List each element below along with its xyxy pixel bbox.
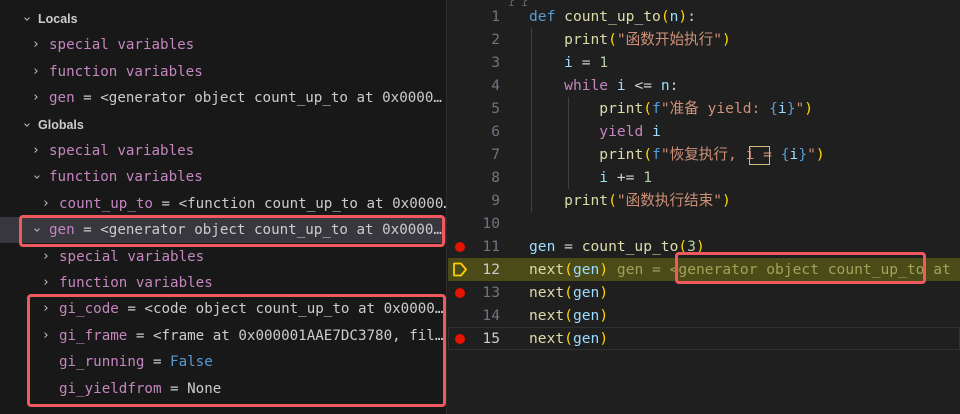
line-number: 6 bbox=[491, 123, 500, 140]
gen-gi-yieldfrom-variable[interactable]: gi_yieldfrom = None bbox=[0, 376, 446, 402]
chevron-down-icon[interactable]: › bbox=[23, 223, 49, 237]
line-number: 8 bbox=[491, 169, 500, 186]
tree-item-label: function variables bbox=[59, 275, 213, 291]
current-execution-line[interactable]: 12 next(gen) gen = <generator object cou… bbox=[448, 258, 960, 281]
chevron-right-icon[interactable]: › bbox=[29, 59, 43, 85]
chevron-right-icon[interactable]: › bbox=[29, 85, 43, 111]
globals-special-variables[interactable]: › special variables bbox=[0, 138, 446, 164]
variable-value: <generator object count_up_to at 0x0000… bbox=[100, 90, 442, 106]
code-line[interactable]: 2 print("函数开始执行") bbox=[448, 28, 960, 51]
gen-gi-running-variable[interactable]: gi_running = False bbox=[0, 349, 446, 375]
line-number: 4 bbox=[491, 77, 500, 94]
gen-gi-code-variable[interactable]: › gi_code = <code object count_up_to at … bbox=[0, 296, 446, 322]
code-line[interactable]: 5 print(f"准备 yield: {i}") bbox=[448, 97, 960, 120]
variable-name: gi_frame bbox=[59, 328, 128, 344]
locals-section-header[interactable]: › Locals bbox=[0, 6, 446, 32]
line-number: 11 bbox=[482, 238, 500, 255]
equals-sign: = bbox=[127, 328, 153, 344]
code-editor[interactable]: ɾ ɾ 1 def count_up_to(n): 2 print("函数开始执… bbox=[448, 0, 960, 414]
tree-item-label: function variables bbox=[49, 169, 203, 185]
equals-sign: = bbox=[74, 90, 101, 106]
variable-value: <frame at 0x000001AAE7DC3780, fil… bbox=[152, 328, 444, 344]
globals-gen-variable[interactable]: › gen = <generator object count_up_to at… bbox=[0, 217, 446, 243]
code-line[interactable]: 4 while i <= n: bbox=[448, 74, 960, 97]
code-line[interactable]: 15 next(gen) bbox=[448, 327, 960, 350]
code-line[interactable]: 6 yield i bbox=[448, 120, 960, 143]
variables-panel: › Locals › special variables › function … bbox=[0, 0, 447, 414]
chevron-down-icon[interactable]: › bbox=[23, 170, 49, 184]
line-number: 10 bbox=[482, 215, 500, 232]
line-number: 3 bbox=[491, 54, 500, 71]
variable-value: None bbox=[187, 381, 222, 397]
chevron-right-icon[interactable]: › bbox=[39, 191, 53, 217]
tree-item-label: special variables bbox=[59, 249, 205, 265]
code-line[interactable]: 9 print("函数执行结束") bbox=[448, 189, 960, 212]
code-line[interactable]: 8 i += 1 bbox=[448, 166, 960, 189]
line-number: 7 bbox=[491, 146, 500, 163]
variable-name: gi_running bbox=[59, 354, 145, 370]
chevron-down-icon[interactable]: › bbox=[13, 118, 39, 132]
variable-name: gi_yieldfrom bbox=[59, 381, 162, 397]
line-number: 12 bbox=[482, 261, 500, 278]
code-line[interactable]: 14 next(gen) bbox=[448, 304, 960, 327]
locals-label: Locals bbox=[38, 12, 78, 26]
code-line[interactable]: 10 bbox=[448, 212, 960, 235]
equals-sign: = bbox=[74, 222, 101, 238]
locals-special-variables[interactable]: › special variables bbox=[0, 32, 446, 58]
code-line[interactable]: 11 gen = count_up_to(3) bbox=[448, 235, 960, 258]
globals-count-up-to-variable[interactable]: › count_up_to = <function count_up_to at… bbox=[0, 191, 447, 217]
gen-gi-frame-variable[interactable]: › gi_frame = <frame at 0x000001AAE7DC378… bbox=[0, 323, 446, 349]
line-number: 15 bbox=[482, 330, 500, 347]
chevron-right-icon[interactable]: › bbox=[39, 270, 53, 296]
variable-name: gen bbox=[49, 222, 75, 238]
globals-function-variables[interactable]: › function variables bbox=[0, 164, 446, 190]
line-number: 2 bbox=[491, 31, 500, 48]
variable-value: <function count_up_to at 0x0000… bbox=[178, 196, 447, 212]
code-line[interactable]: 3 i = 1 bbox=[448, 51, 960, 74]
code-line[interactable]: 1 def count_up_to(n): bbox=[448, 5, 960, 28]
globals-label: Globals bbox=[38, 118, 84, 132]
variable-name: gen bbox=[49, 90, 75, 106]
gen-function-variables[interactable]: › function variables bbox=[0, 270, 446, 296]
inline-value-hint: gen = <generator object count_up_to at 0… bbox=[616, 261, 960, 278]
equals-sign: = bbox=[118, 301, 145, 317]
code-line[interactable]: 7 print(f"恢复执行, i = {i}") bbox=[448, 143, 960, 166]
chevron-right-icon[interactable]: › bbox=[29, 32, 43, 58]
tree-item-label: special variables bbox=[49, 143, 195, 159]
line-number: 1 bbox=[491, 8, 500, 25]
tree-item-label: function variables bbox=[49, 64, 203, 80]
chevron-right-icon[interactable]: › bbox=[39, 296, 53, 322]
line-number: 14 bbox=[482, 307, 500, 324]
variable-value: <generator object count_up_to at 0x0000… bbox=[100, 222, 442, 238]
variable-name: count_up_to bbox=[59, 196, 153, 212]
tree-item-label: special variables bbox=[49, 37, 195, 53]
variable-value: <code object count_up_to at 0x0000… bbox=[144, 301, 444, 317]
text-cursor-box bbox=[749, 146, 770, 165]
locals-function-variables[interactable]: › function variables bbox=[0, 59, 446, 85]
line-number: 13 bbox=[482, 284, 500, 301]
locals-gen-variable[interactable]: › gen = <generator object count_up_to at… bbox=[0, 85, 446, 111]
line-number: 9 bbox=[491, 192, 500, 209]
line-number: 5 bbox=[491, 100, 500, 117]
variable-name: gi_code bbox=[59, 301, 119, 317]
chevron-right-icon[interactable]: › bbox=[29, 138, 43, 164]
chevron-right-icon[interactable]: › bbox=[39, 323, 53, 349]
chevron-down-icon[interactable]: › bbox=[13, 12, 39, 26]
globals-section-header[interactable]: › Globals bbox=[0, 112, 446, 138]
code-line[interactable]: 13 next(gen) bbox=[448, 281, 960, 304]
equals-sign: = bbox=[144, 354, 171, 370]
variable-value: False bbox=[170, 354, 213, 370]
equals-sign: = bbox=[161, 381, 188, 397]
gen-special-variables[interactable]: › special variables bbox=[0, 244, 446, 270]
equals-sign: = bbox=[152, 196, 179, 212]
chevron-right-icon[interactable]: › bbox=[39, 244, 53, 270]
